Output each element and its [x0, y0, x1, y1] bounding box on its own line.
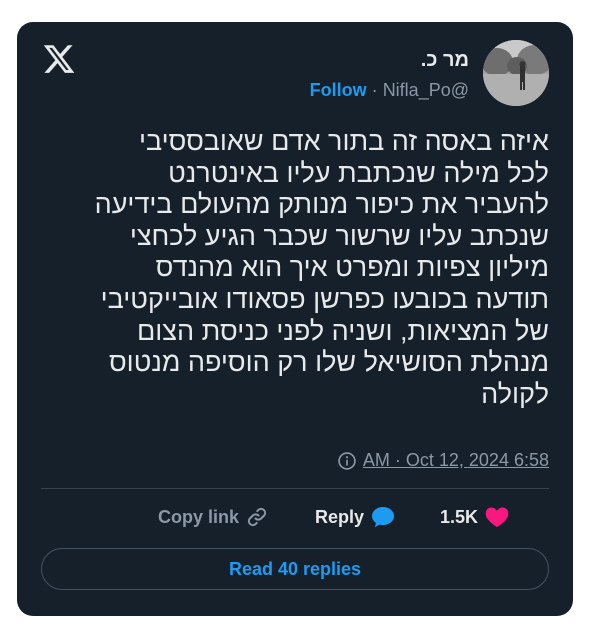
copy-link-button[interactable]: Copy link	[158, 505, 269, 529]
follow-button[interactable]: Follow	[310, 80, 367, 100]
likes-count: 1.5K	[440, 506, 479, 527]
reply-label: Reply	[315, 506, 365, 527]
like-button[interactable]: 1.5K	[440, 505, 510, 529]
link-icon	[247, 507, 267, 527]
copy-link-label: Copy link	[158, 506, 240, 527]
user-name[interactable]: מר כ.	[421, 49, 469, 72]
separator: ·	[371, 80, 378, 100]
user-handle[interactable]: Nifla_Po@	[383, 80, 469, 100]
tweet-card: מר כ. Follow · Nifla_Po@ איזה באסה זה בת…	[17, 22, 573, 616]
heart-icon	[485, 507, 509, 527]
timestamp[interactable]: AM · Oct 12, 2024 6:58	[363, 450, 549, 471]
divider	[41, 488, 549, 489]
reply-button[interactable]: Reply	[315, 505, 396, 529]
timestamp-row: AM · Oct 12, 2024 6:58	[337, 450, 549, 471]
tweet-text: איזה באסה זה בתור אדם שאובססיבי לכל מילה…	[94, 126, 549, 409]
avatar[interactable]	[483, 40, 549, 106]
x-logo-icon[interactable]	[42, 42, 76, 76]
action-bar: Copy link Reply 1.5K	[17, 505, 573, 533]
handle-row: Follow · Nifla_Po@	[310, 80, 469, 101]
speech-bubble-icon	[372, 507, 395, 528]
read-replies-button[interactable]: Read 40 replies	[41, 548, 549, 590]
info-icon[interactable]	[337, 451, 357, 471]
